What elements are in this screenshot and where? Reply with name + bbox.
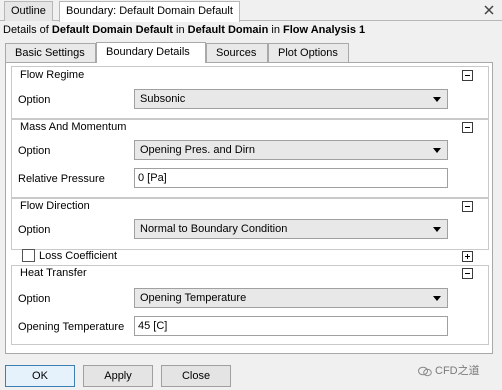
mass-momentum-option-value: Opening Pres. and Dirn [140,144,255,156]
flow-regime-title: Flow Regime [20,69,85,81]
tab-boundary-details[interactable]: Boundary Details [96,42,206,63]
chevron-down-icon [433,148,441,153]
flow-regime-option-select[interactable]: Subsonic [134,89,448,109]
close-button[interactable]: Close [161,365,231,387]
mass-momentum-title: Mass And Momentum [20,121,127,133]
mass-momentum-option-select[interactable]: Opening Pres. and Dirn [134,140,448,160]
flow-direction-option-value: Normal to Boundary Condition [140,223,288,235]
tab-boundary-default[interactable]: Boundary: Default Domain Default [59,1,240,22]
flow-regime-option-label: Option [18,94,51,106]
apply-button[interactable]: Apply [83,365,153,387]
relative-pressure-label: Relative Pressure [18,173,105,185]
details-line: Details of Default Domain Default in Def… [3,24,365,36]
heat-transfer-title: Heat Transfer [20,267,87,279]
close-icon[interactable] [482,3,496,17]
chevron-down-icon [433,296,441,301]
flow-direction-option-select[interactable]: Normal to Boundary Condition [134,219,448,239]
tab-sources[interactable]: Sources [206,43,268,62]
boundary-details-window: Outline Boundary: Default Domain Default… [0,0,502,390]
details-domain: Default Domain [187,24,269,36]
collapse-mass-momentum-icon[interactable] [462,122,473,133]
flow-regime-option-value: Subsonic [140,93,186,105]
opening-temperature-input[interactable]: 45 [C] [134,316,448,336]
boundary-details-panel: Flow Regime Option Subsonic Mass And Mom… [5,62,493,354]
watermark: CFD之道 [418,362,480,378]
relative-pressure-input[interactable]: 0 [Pa] [134,168,448,188]
collapse-flow-direction-icon[interactable] [462,201,473,212]
flow-direction-option-label: Option [18,224,51,236]
collapse-heat-transfer-icon[interactable] [462,268,473,279]
mass-momentum-option-label: Option [18,145,51,157]
details-analysis: Flow Analysis 1 [283,24,366,36]
details-prefix: Details of [3,24,52,36]
heat-transfer-option-select[interactable]: Opening Temperature [134,288,448,308]
heat-transfer-option-value: Opening Temperature [140,292,247,304]
chat-bubble-icon [418,366,432,376]
details-in-1: in [172,24,188,36]
document-tab-bar: Outline Boundary: Default Domain Default [0,0,502,22]
tab-plot-options[interactable]: Plot Options [268,43,349,62]
collapse-flow-regime-icon[interactable] [462,70,473,81]
ok-button[interactable]: OK [5,365,75,387]
heat-transfer-option-label: Option [18,293,51,305]
chevron-down-icon [433,227,441,232]
tab-basic-settings[interactable]: Basic Settings [5,43,96,62]
details-object: Default Domain Default [51,24,173,36]
expand-loss-coefficient-icon[interactable] [462,251,473,262]
settings-tab-bar: Basic Settings Boundary Details Sources … [5,42,497,63]
opening-temperature-label: Opening Temperature [18,321,125,333]
watermark-text: CFD之道 [435,365,480,377]
chevron-down-icon [433,97,441,102]
loss-coefficient-checkbox[interactable] [22,249,35,262]
flow-direction-title: Flow Direction [20,200,90,212]
tab-outline[interactable]: Outline [4,1,53,21]
loss-coefficient-label: Loss Coefficient [39,250,118,262]
details-in-2: in [268,24,283,36]
